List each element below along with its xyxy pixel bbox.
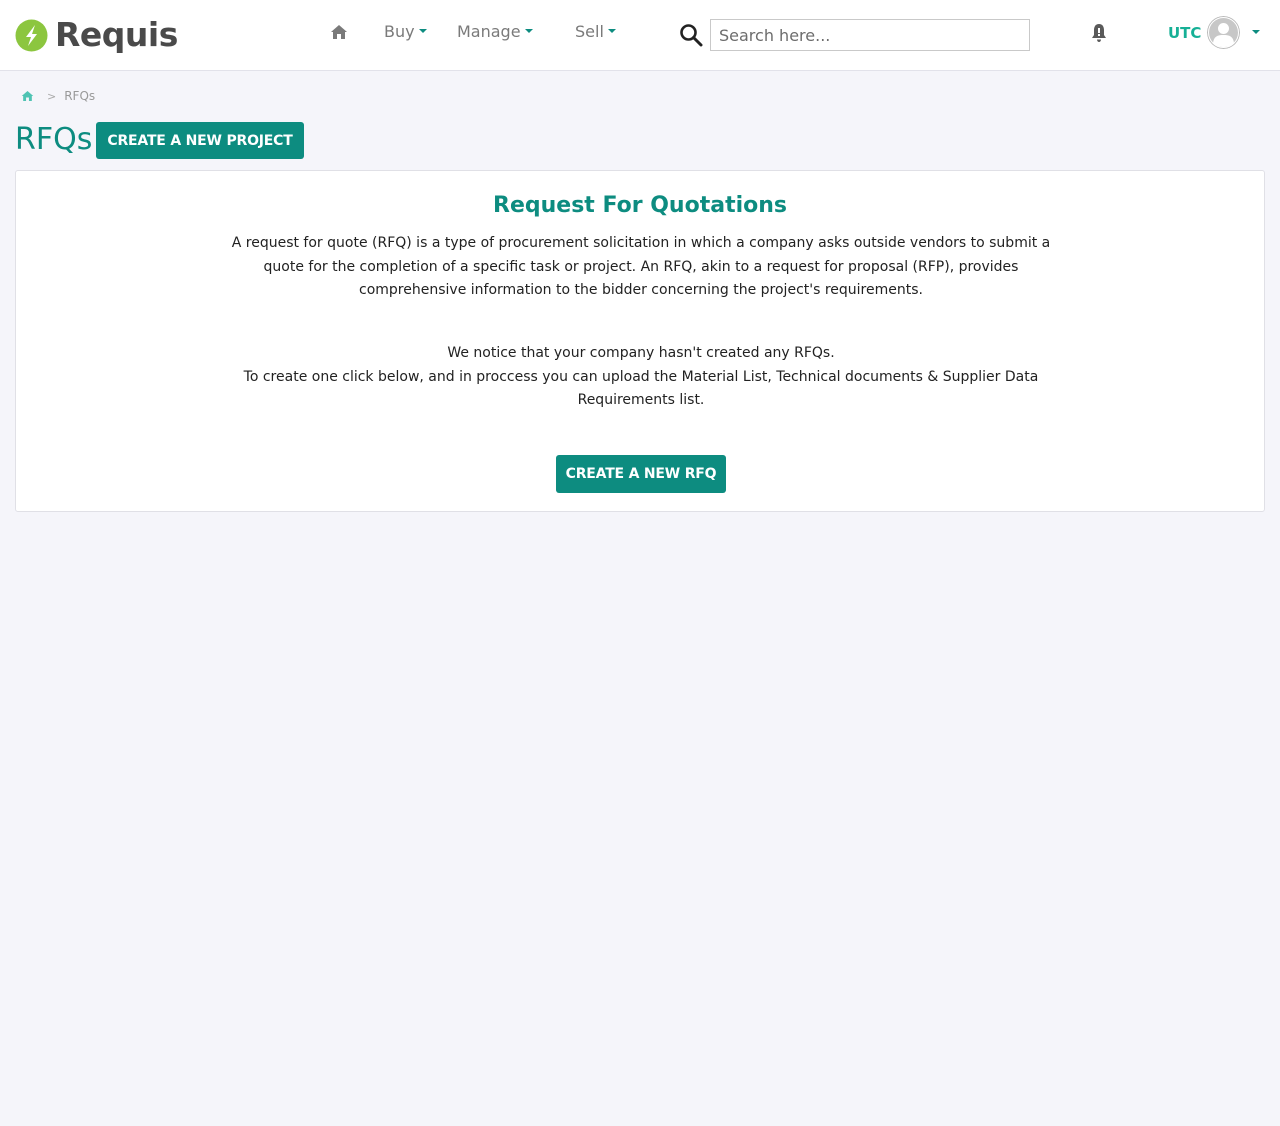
create-project-button[interactable]: CREATE A NEW PROJECT xyxy=(96,122,304,159)
empty-notice: We notice that your company hasn't creat… xyxy=(447,345,835,361)
nav-manage-dropdown[interactable]: Manage xyxy=(457,22,533,42)
brand-name: Requis xyxy=(55,15,178,54)
chevron-right-icon: > xyxy=(47,89,57,103)
empty-state-text: We notice that your company hasn't creat… xyxy=(221,342,1061,413)
home-icon[interactable] xyxy=(330,24,348,40)
caret-down-icon xyxy=(524,29,533,33)
card-title: Request For Quotations xyxy=(493,193,787,218)
breadcrumb-home-icon[interactable] xyxy=(21,90,34,102)
top-navbar: Requis Buy Manage Sell UTC xyxy=(0,0,1280,71)
nav-buy-dropdown[interactable]: Buy xyxy=(384,22,427,42)
search-input[interactable] xyxy=(710,19,1030,51)
bell-icon[interactable] xyxy=(1090,23,1108,43)
brand-logo[interactable]: Requis xyxy=(15,15,178,55)
nav-buy-label: Buy xyxy=(384,22,415,41)
page-title: RFQs xyxy=(15,122,93,157)
avatar-icon[interactable] xyxy=(1207,16,1240,49)
nav-sell-dropdown[interactable]: Sell xyxy=(575,22,616,42)
breadcrumb: > RFQs xyxy=(21,88,95,104)
user-menu-caret-icon[interactable] xyxy=(1252,30,1260,34)
nav-manage-label: Manage xyxy=(457,22,521,41)
requis-logo-icon xyxy=(15,19,48,51)
timezone-label[interactable]: UTC xyxy=(1168,23,1201,43)
nav-sell-label: Sell xyxy=(575,22,604,41)
create-instructions: To create one click below, and in procce… xyxy=(243,368,1039,409)
create-rfq-button[interactable]: CREATE A NEW RFQ xyxy=(556,455,726,493)
breadcrumb-current: RFQs xyxy=(64,89,96,103)
search-icon[interactable] xyxy=(679,23,703,47)
rfq-description: A request for quote (RFQ) is a type of p… xyxy=(231,235,1051,298)
caret-down-icon xyxy=(418,29,427,33)
caret-down-icon xyxy=(607,29,616,33)
rfq-empty-state-card: Request For Quotations A request for quo… xyxy=(15,170,1265,512)
